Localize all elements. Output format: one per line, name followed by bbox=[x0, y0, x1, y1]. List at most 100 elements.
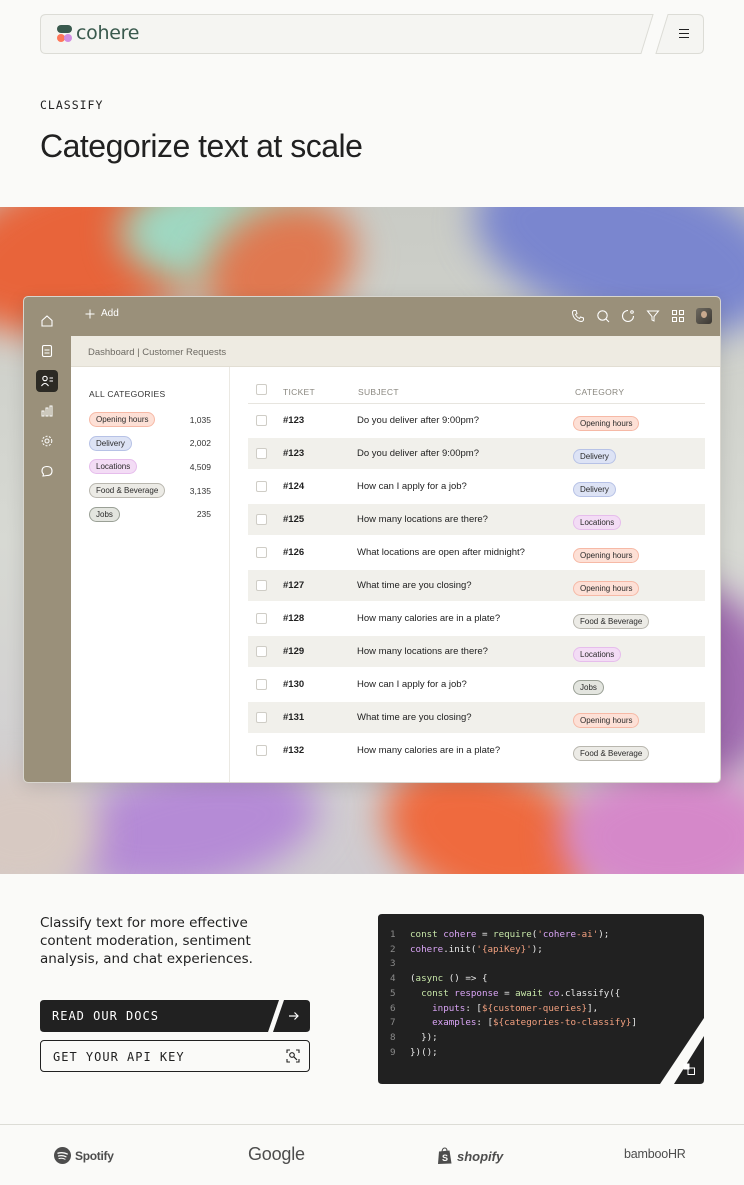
customer-logos: Spotify Google S shopify bambooHR bbox=[0, 1124, 744, 1185]
classify-dashboard: Add Dashboard | Customer Requests ALL CA… bbox=[23, 296, 721, 783]
table-row[interactable]: #129 How many locations are there? Locatio… bbox=[248, 636, 705, 667]
users-icon[interactable] bbox=[36, 370, 58, 392]
ticket-id: #130 bbox=[283, 679, 305, 690]
category-count: 1,035 bbox=[189, 414, 211, 425]
ticket-id: #129 bbox=[283, 646, 305, 657]
google-logo: Google bbox=[248, 1144, 305, 1165]
gear-icon[interactable] bbox=[36, 430, 58, 452]
select-all-checkbox[interactable] bbox=[256, 384, 267, 395]
logo-label: bambooHR bbox=[624, 1147, 686, 1161]
row-checkbox[interactable] bbox=[256, 481, 267, 492]
bar-chart-icon[interactable] bbox=[36, 400, 58, 422]
top-nav: cohere bbox=[40, 14, 704, 54]
shopify-bag-icon: S bbox=[438, 1147, 452, 1164]
category-badge: Opening hours bbox=[573, 713, 640, 728]
category-count: 235 bbox=[196, 509, 211, 520]
ticket-subject: How can I apply for a job? bbox=[357, 481, 467, 492]
grid-icon[interactable] bbox=[671, 309, 685, 323]
table-row[interactable]: #130 How can I apply for a job? Jobs bbox=[248, 669, 705, 700]
table-row[interactable]: #128 How many calories are in a plate? Foo… bbox=[248, 603, 705, 634]
category-item[interactable]: Food & Beverage 3,135 bbox=[89, 483, 211, 499]
copy-icon[interactable] bbox=[683, 1063, 695, 1075]
table-row[interactable]: #123 Do you deliver after 9:00pm? Delivery bbox=[248, 438, 705, 469]
ticket-id: #124 bbox=[283, 481, 305, 492]
phone-icon[interactable] bbox=[571, 309, 585, 323]
sidebar-rail bbox=[24, 297, 71, 782]
column-header-subject: SUBJECT bbox=[358, 387, 399, 397]
row-checkbox[interactable] bbox=[256, 679, 267, 690]
arrow-right-icon bbox=[289, 1012, 299, 1020]
ticket-id: #123 bbox=[283, 415, 305, 426]
category-item[interactable]: Locations 4,509 bbox=[89, 459, 211, 475]
ticket-id: #125 bbox=[283, 514, 305, 525]
logo-label: Google bbox=[248, 1144, 305, 1164]
category-pill: Opening hours bbox=[89, 412, 156, 427]
column-header-category: CATEGORY bbox=[575, 387, 625, 397]
row-checkbox[interactable] bbox=[256, 745, 267, 756]
ticket-subject: Do you deliver after 9:00pm? bbox=[357, 415, 479, 426]
home-icon[interactable] bbox=[36, 310, 58, 332]
row-checkbox[interactable] bbox=[256, 712, 267, 723]
menu-button[interactable] bbox=[654, 14, 704, 54]
table-row[interactable]: #125 How many locations are there? Locatio… bbox=[248, 504, 705, 535]
ticket-id: #123 bbox=[283, 448, 305, 459]
table-row[interactable]: #126 What locations are open after midnig… bbox=[248, 537, 705, 568]
category-count: 4,509 bbox=[189, 461, 211, 472]
row-checkbox[interactable] bbox=[256, 613, 267, 624]
bamboohr-logo: bambooHR bbox=[624, 1147, 686, 1161]
shopify-logo: S shopify bbox=[437, 1147, 503, 1165]
ticket-id: #126 bbox=[283, 547, 305, 558]
filter-icon[interactable] bbox=[646, 309, 660, 323]
ticket-id: #128 bbox=[283, 613, 305, 624]
add-button[interactable]: Add bbox=[85, 308, 119, 319]
app-topbar: Add bbox=[71, 297, 720, 336]
row-checkbox[interactable] bbox=[256, 514, 267, 525]
category-badge: Opening hours bbox=[573, 416, 640, 431]
row-checkbox[interactable] bbox=[256, 415, 267, 426]
table-row[interactable]: #123 Do you deliver after 9:00pm? Opening … bbox=[248, 405, 705, 436]
search-icon[interactable] bbox=[596, 309, 610, 323]
section-eyebrow: CLASSIFY bbox=[40, 98, 104, 112]
logo-label: shopify bbox=[457, 1148, 504, 1164]
ticket-subject: Do you deliver after 9:00pm? bbox=[357, 448, 479, 459]
read-docs-button[interactable]: READ OUR DOCS bbox=[40, 1000, 310, 1032]
category-pill: Food & Beverage bbox=[89, 483, 166, 499]
key-scan-icon bbox=[286, 1049, 300, 1063]
row-checkbox[interactable] bbox=[256, 580, 267, 591]
category-badge: Delivery bbox=[573, 482, 616, 497]
category-item[interactable]: Jobs 235 bbox=[89, 506, 211, 522]
add-button-label: Add bbox=[101, 308, 119, 319]
table-row[interactable]: #124 How can I apply for a job? Delivery bbox=[248, 471, 705, 502]
cohere-logo[interactable]: cohere bbox=[57, 22, 139, 44]
category-pill: Jobs bbox=[89, 506, 120, 522]
ticket-id: #131 bbox=[283, 712, 305, 723]
header-divider bbox=[248, 403, 705, 404]
user-avatar[interactable] bbox=[696, 308, 712, 324]
table-row[interactable]: #131 What time are you closing? Opening ho… bbox=[248, 702, 705, 733]
category-item[interactable]: Opening hours 1,035 bbox=[89, 412, 211, 427]
chat-bubble-icon[interactable] bbox=[36, 460, 58, 482]
category-badge: Jobs bbox=[573, 680, 604, 695]
row-checkbox[interactable] bbox=[256, 547, 267, 558]
breadcrumb-bar: Dashboard | Customer Requests bbox=[71, 336, 720, 367]
chat-refresh-icon[interactable] bbox=[621, 309, 635, 323]
logo-label: Spotify bbox=[75, 1148, 114, 1163]
get-api-key-button[interactable]: GET YOUR API KEY bbox=[40, 1040, 310, 1072]
category-badge: Delivery bbox=[573, 449, 616, 464]
category-item[interactable]: Delivery 2,002 bbox=[89, 435, 211, 451]
code-sample: 1 const cohere = require('cohere-ai'); 2c… bbox=[378, 914, 704, 1084]
ticket-subject: How many calories are in a plate? bbox=[357, 613, 501, 624]
table-row[interactable]: #132 How many calories are in a plate? Foo… bbox=[248, 735, 705, 766]
category-badge: Locations bbox=[573, 515, 622, 530]
hamburger-icon bbox=[679, 29, 689, 38]
category-badge: Opening hours bbox=[573, 581, 640, 596]
row-checkbox[interactable] bbox=[256, 646, 267, 657]
ticket-subject: What time are you closing? bbox=[357, 580, 472, 591]
category-badge: Food & Beverage bbox=[573, 746, 650, 761]
column-header-ticket: TICKET bbox=[283, 387, 316, 397]
document-icon[interactable] bbox=[36, 340, 58, 362]
logo-text: cohere bbox=[76, 22, 140, 44]
table-row[interactable]: #127 What time are you closing? Opening ho… bbox=[248, 570, 705, 601]
category-count: 3,135 bbox=[189, 485, 211, 496]
row-checkbox[interactable] bbox=[256, 448, 267, 459]
